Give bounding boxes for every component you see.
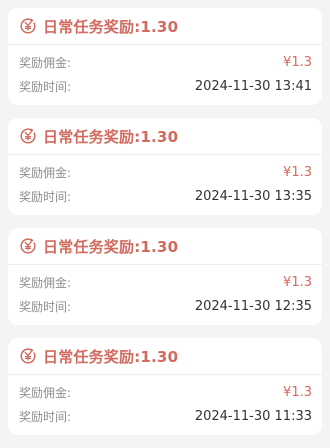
time-label: 奖励时间: bbox=[19, 79, 72, 94]
reward-record-card[interactable]: 日常任务奖励:1.30 奖励佣金: ¥1.3 奖励时间: 2024-11-30 … bbox=[8, 338, 322, 435]
commission-row: 奖励佣金: ¥1.3 bbox=[8, 160, 322, 184]
time-label: 奖励时间: bbox=[19, 299, 72, 314]
time-row: 奖励时间: 2024-11-30 13:35 bbox=[8, 184, 322, 208]
reward-title: 日常任务奖励:1.30 bbox=[43, 237, 179, 256]
reward-time: 2024-11-30 12:35 bbox=[194, 298, 312, 314]
commission-amount: ¥1.3 bbox=[283, 274, 312, 290]
reward-title: 日常任务奖励:1.30 bbox=[43, 127, 179, 146]
commission-amount: ¥1.3 bbox=[283, 54, 312, 70]
commission-label: 奖励佣金: bbox=[19, 165, 72, 180]
commission-amount: ¥1.3 bbox=[283, 164, 312, 180]
yuan-circle-icon bbox=[20, 18, 36, 34]
commission-amount: ¥1.3 bbox=[283, 384, 312, 400]
yuan-circle-icon bbox=[20, 128, 36, 144]
card-header: 日常任务奖励:1.30 bbox=[8, 8, 322, 45]
time-row: 奖励时间: 2024-11-30 11:33 bbox=[8, 404, 322, 428]
commission-label: 奖励佣金: bbox=[19, 385, 72, 400]
reward-record-card[interactable]: 日常任务奖励:1.30 奖励佣金: ¥1.3 奖励时间: 2024-11-30 … bbox=[8, 228, 322, 325]
card-header: 日常任务奖励:1.30 bbox=[8, 228, 322, 265]
commission-label: 奖励佣金: bbox=[19, 55, 72, 70]
reward-time: 2024-11-30 11:33 bbox=[194, 408, 312, 424]
commission-label: 奖励佣金: bbox=[19, 275, 72, 290]
reward-time: 2024-11-30 13:41 bbox=[194, 78, 312, 94]
yuan-circle-icon bbox=[20, 238, 36, 254]
commission-row: 奖励佣金: ¥1.3 bbox=[8, 380, 322, 404]
reward-record-card[interactable]: 日常任务奖励:1.30 奖励佣金: ¥1.3 奖励时间: 2024-11-30 … bbox=[8, 118, 322, 215]
card-header: 日常任务奖励:1.30 bbox=[8, 118, 322, 155]
card-header: 日常任务奖励:1.30 bbox=[8, 338, 322, 375]
commission-row: 奖励佣金: ¥1.3 bbox=[8, 270, 322, 294]
commission-row: 奖励佣金: ¥1.3 bbox=[8, 50, 322, 74]
time-row: 奖励时间: 2024-11-30 13:41 bbox=[8, 74, 322, 98]
yuan-circle-icon bbox=[20, 348, 36, 364]
reward-title: 日常任务奖励:1.30 bbox=[43, 17, 179, 36]
time-row: 奖励时间: 2024-11-30 12:35 bbox=[8, 294, 322, 318]
reward-record-list: 日常任务奖励:1.30 奖励佣金: ¥1.3 奖励时间: 2024-11-30 … bbox=[8, 8, 322, 448]
reward-title: 日常任务奖励:1.30 bbox=[43, 347, 179, 366]
time-label: 奖励时间: bbox=[19, 189, 72, 204]
time-label: 奖励时间: bbox=[19, 409, 72, 424]
reward-record-card[interactable]: 日常任务奖励:1.30 奖励佣金: ¥1.3 奖励时间: 2024-11-30 … bbox=[8, 8, 322, 105]
reward-time: 2024-11-30 13:35 bbox=[194, 188, 312, 204]
